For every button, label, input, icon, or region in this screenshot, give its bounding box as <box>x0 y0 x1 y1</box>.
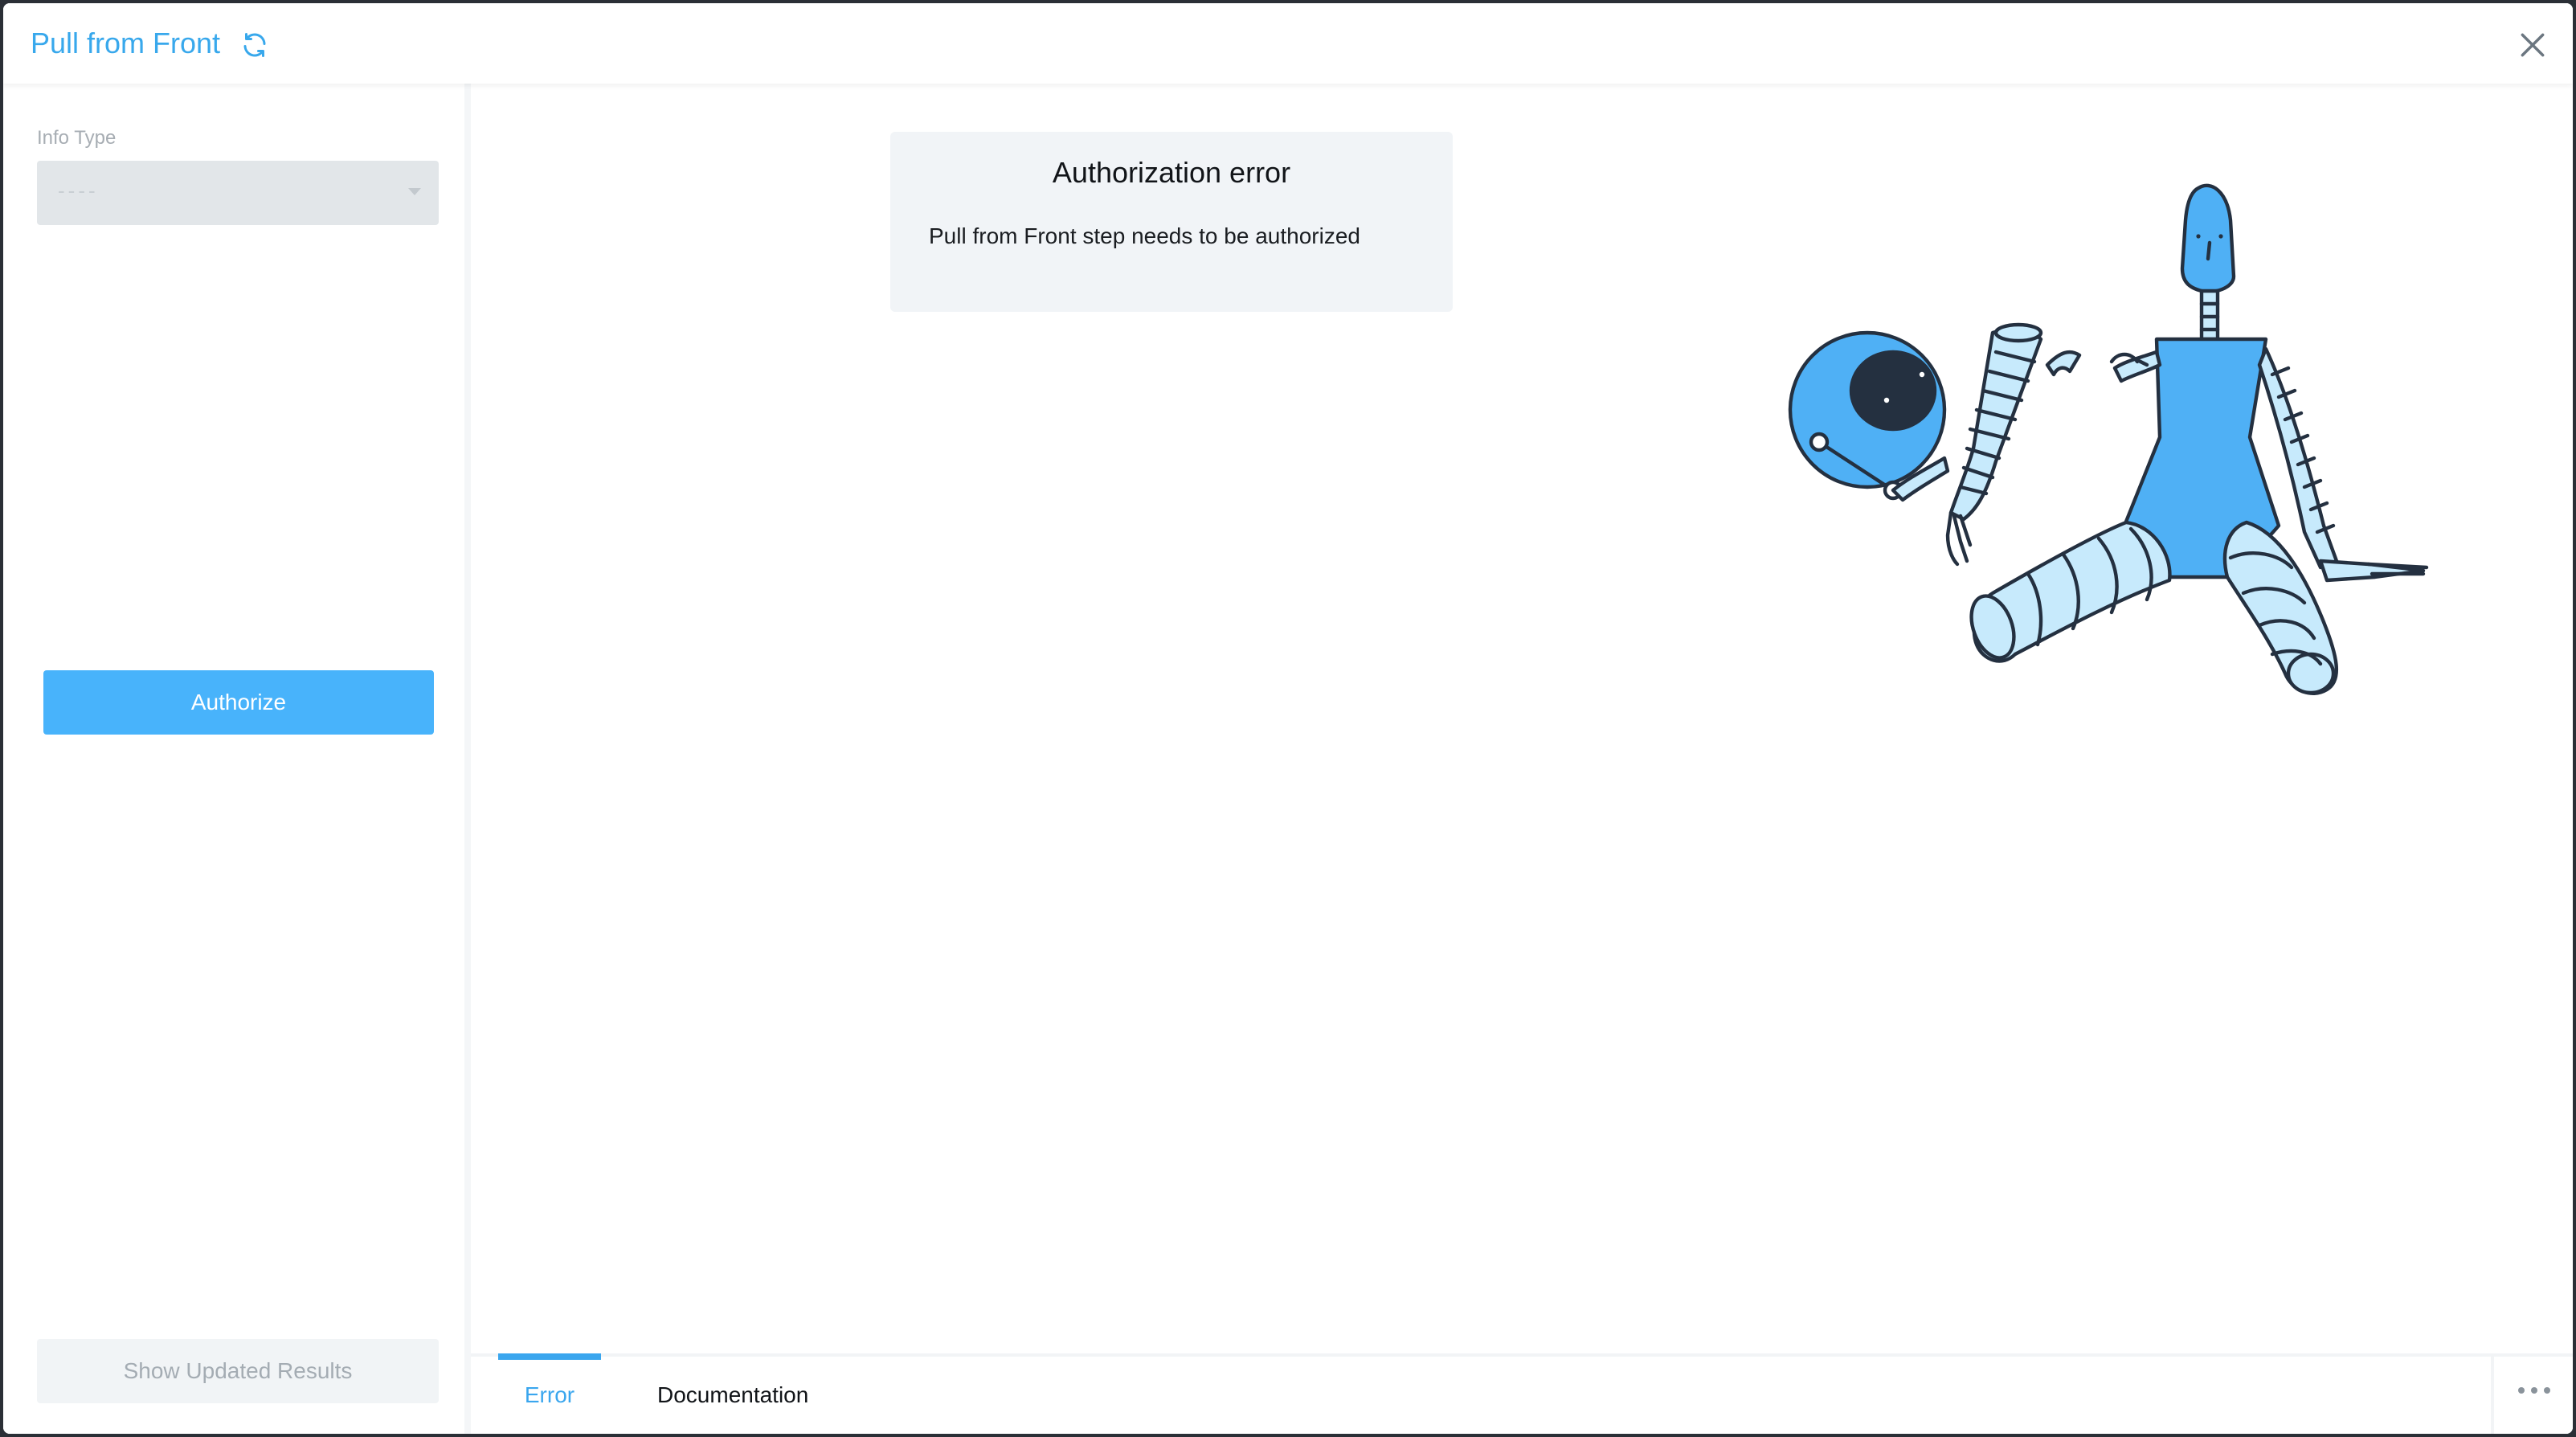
main-panel: Authorization error Pull from Front step… <box>471 84 2573 1353</box>
tab-error-label: Error <box>524 1382 575 1407</box>
show-updated-results-button[interactable]: Show Updated Results <box>37 1339 439 1403</box>
info-type-select[interactable]: ---- <box>37 161 439 225</box>
tab-documentation[interactable]: Documentation <box>657 1357 808 1434</box>
error-card: Authorization error Pull from Front step… <box>890 132 1453 312</box>
active-tab-indicator <box>498 1353 601 1360</box>
more-menu[interactable] <box>2491 1357 2573 1434</box>
modal-header: Pull from Front <box>3 3 2573 84</box>
page-title: Pull from Front <box>31 27 221 59</box>
robot-illustration: .ol { stroke:#243040; stroke-width:2.2; … <box>1788 183 2429 695</box>
error-message: Pull from Front step needs to be authori… <box>929 223 1360 248</box>
tab-error[interactable]: Error <box>498 1353 601 1434</box>
sidebar: Info Type ---- Authorize Show Updated Re… <box>3 84 471 1434</box>
refresh-icon[interactable] <box>240 31 269 59</box>
modal-window: Pull from Front Info Type ---- Authorize… <box>3 3 2573 1434</box>
authorize-button[interactable]: Authorize <box>43 670 434 735</box>
bottom-tab-bar: Error Documentation <box>471 1353 2573 1434</box>
tab-documentation-label: Documentation <box>657 1382 809 1407</box>
more-horizontal-icon[interactable] <box>2517 1386 2552 1395</box>
error-title: Authorization error <box>1052 156 1291 189</box>
info-type-label: Info Type <box>37 127 117 149</box>
chevron-down-icon <box>408 188 421 195</box>
info-type-value: ---- <box>58 178 99 203</box>
close-icon[interactable] <box>2517 30 2548 60</box>
